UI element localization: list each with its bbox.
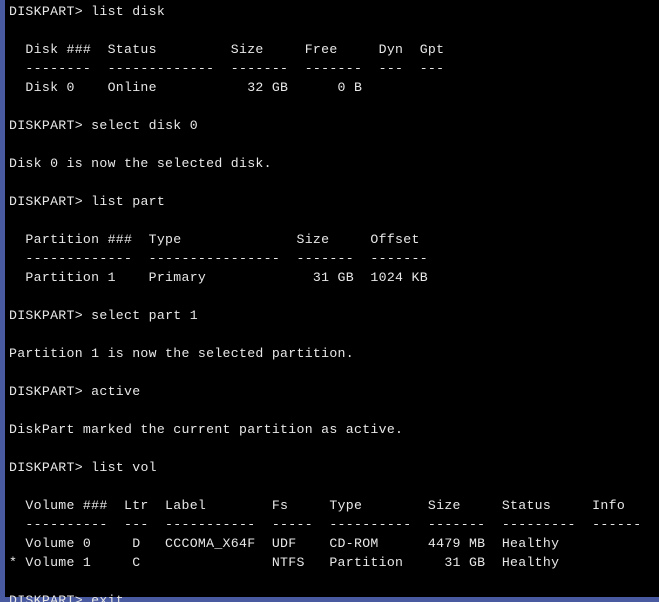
command-text: exit [91, 593, 124, 602]
prompt: DISKPART> [9, 194, 83, 209]
command-text: list vol [91, 460, 157, 475]
prompt: DISKPART> [9, 4, 83, 19]
part-table-divider: ------------- ---------------- ------- -… [9, 251, 428, 266]
command-text: active [91, 384, 140, 399]
prompt: DISKPART> [9, 308, 83, 323]
part-table-header: Partition ### Type Size Offset [9, 232, 420, 247]
terminal-window: DISKPART> list disk Disk ### Status Size… [0, 0, 659, 602]
command-text: list part [91, 194, 165, 209]
disk-table-header: Disk ### Status Size Free Dyn Gpt [9, 42, 444, 57]
terminal-output[interactable]: DISKPART> list disk Disk ### Status Size… [5, 2, 659, 602]
part-table-row: Partition 1 Primary 31 GB 1024 KB [9, 270, 428, 285]
vol-table-row: Volume 0 D CCCOMA_X64F UDF CD-ROM 4479 M… [9, 536, 559, 551]
prompt: DISKPART> [9, 384, 83, 399]
vol-table-header: Volume ### Ltr Label Fs Type Size Status… [9, 498, 625, 513]
command-text: select part 1 [91, 308, 198, 323]
output-message: Partition 1 is now the selected partitio… [9, 346, 354, 361]
prompt: DISKPART> [9, 118, 83, 133]
prompt: DISKPART> [9, 593, 83, 602]
command-text: list disk [91, 4, 165, 19]
disk-table-row: Disk 0 Online 32 GB 0 B [9, 80, 362, 95]
disk-table-divider: -------- ------------- ------- ------- -… [9, 61, 444, 76]
vol-table-row: * Volume 1 C NTFS Partition 31 GB Health… [9, 555, 559, 570]
output-message: Disk 0 is now the selected disk. [9, 156, 272, 171]
prompt: DISKPART> [9, 460, 83, 475]
vol-table-divider: ---------- --- ----------- ----- -------… [9, 517, 641, 532]
command-text: select disk 0 [91, 118, 198, 133]
output-message: DiskPart marked the current partition as… [9, 422, 403, 437]
